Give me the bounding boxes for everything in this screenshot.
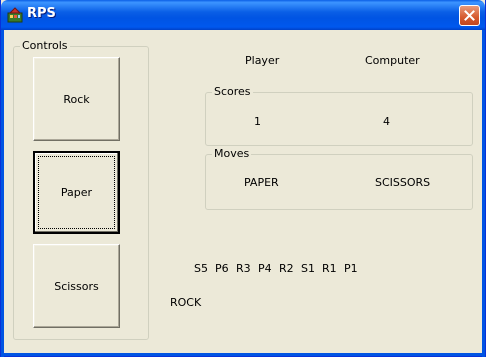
- scores-group-label: Scores: [212, 85, 253, 99]
- computer-header: Computer: [365, 54, 420, 67]
- computer-score: 4: [383, 115, 390, 128]
- scores-group: Scores: [205, 85, 473, 146]
- paper-button[interactable]: Paper: [33, 151, 120, 234]
- history-item: P6: [215, 262, 229, 275]
- player-header: Player: [245, 54, 280, 67]
- moves-group-label: Moves: [212, 147, 252, 161]
- history-item: S5: [194, 262, 208, 275]
- window-title: RPS: [27, 6, 56, 21]
- rock-button[interactable]: Rock: [33, 57, 120, 141]
- scissors-button[interactable]: Scissors: [33, 244, 120, 328]
- history-item: R3: [236, 262, 251, 275]
- app-window: RPS Controls Rock Paper Scissors Player …: [0, 0, 486, 357]
- history-item: S1: [301, 262, 315, 275]
- controls-group-label: Controls: [20, 39, 70, 53]
- computer-move: SCISSORS: [375, 176, 431, 189]
- focus-rectangle: [38, 156, 115, 229]
- close-icon: [464, 10, 475, 21]
- player-score: 1: [254, 115, 261, 128]
- rock-button-label: Rock: [63, 92, 90, 106]
- close-button[interactable]: [459, 5, 480, 26]
- history-item: R2: [279, 262, 294, 275]
- title-bar[interactable]: RPS: [1, 0, 485, 30]
- history-item: P1: [344, 262, 358, 275]
- history-item: P4: [258, 262, 272, 275]
- rps-app-icon: [7, 7, 23, 23]
- window-frame-bottom: [1, 353, 485, 356]
- prediction-label: ROCK: [170, 296, 202, 309]
- player-move: PAPER: [244, 176, 279, 189]
- window-frame-right: [482, 30, 485, 357]
- scissors-button-label: Scissors: [54, 279, 99, 293]
- history-item: R1: [322, 262, 337, 275]
- window-frame-left: [1, 30, 4, 357]
